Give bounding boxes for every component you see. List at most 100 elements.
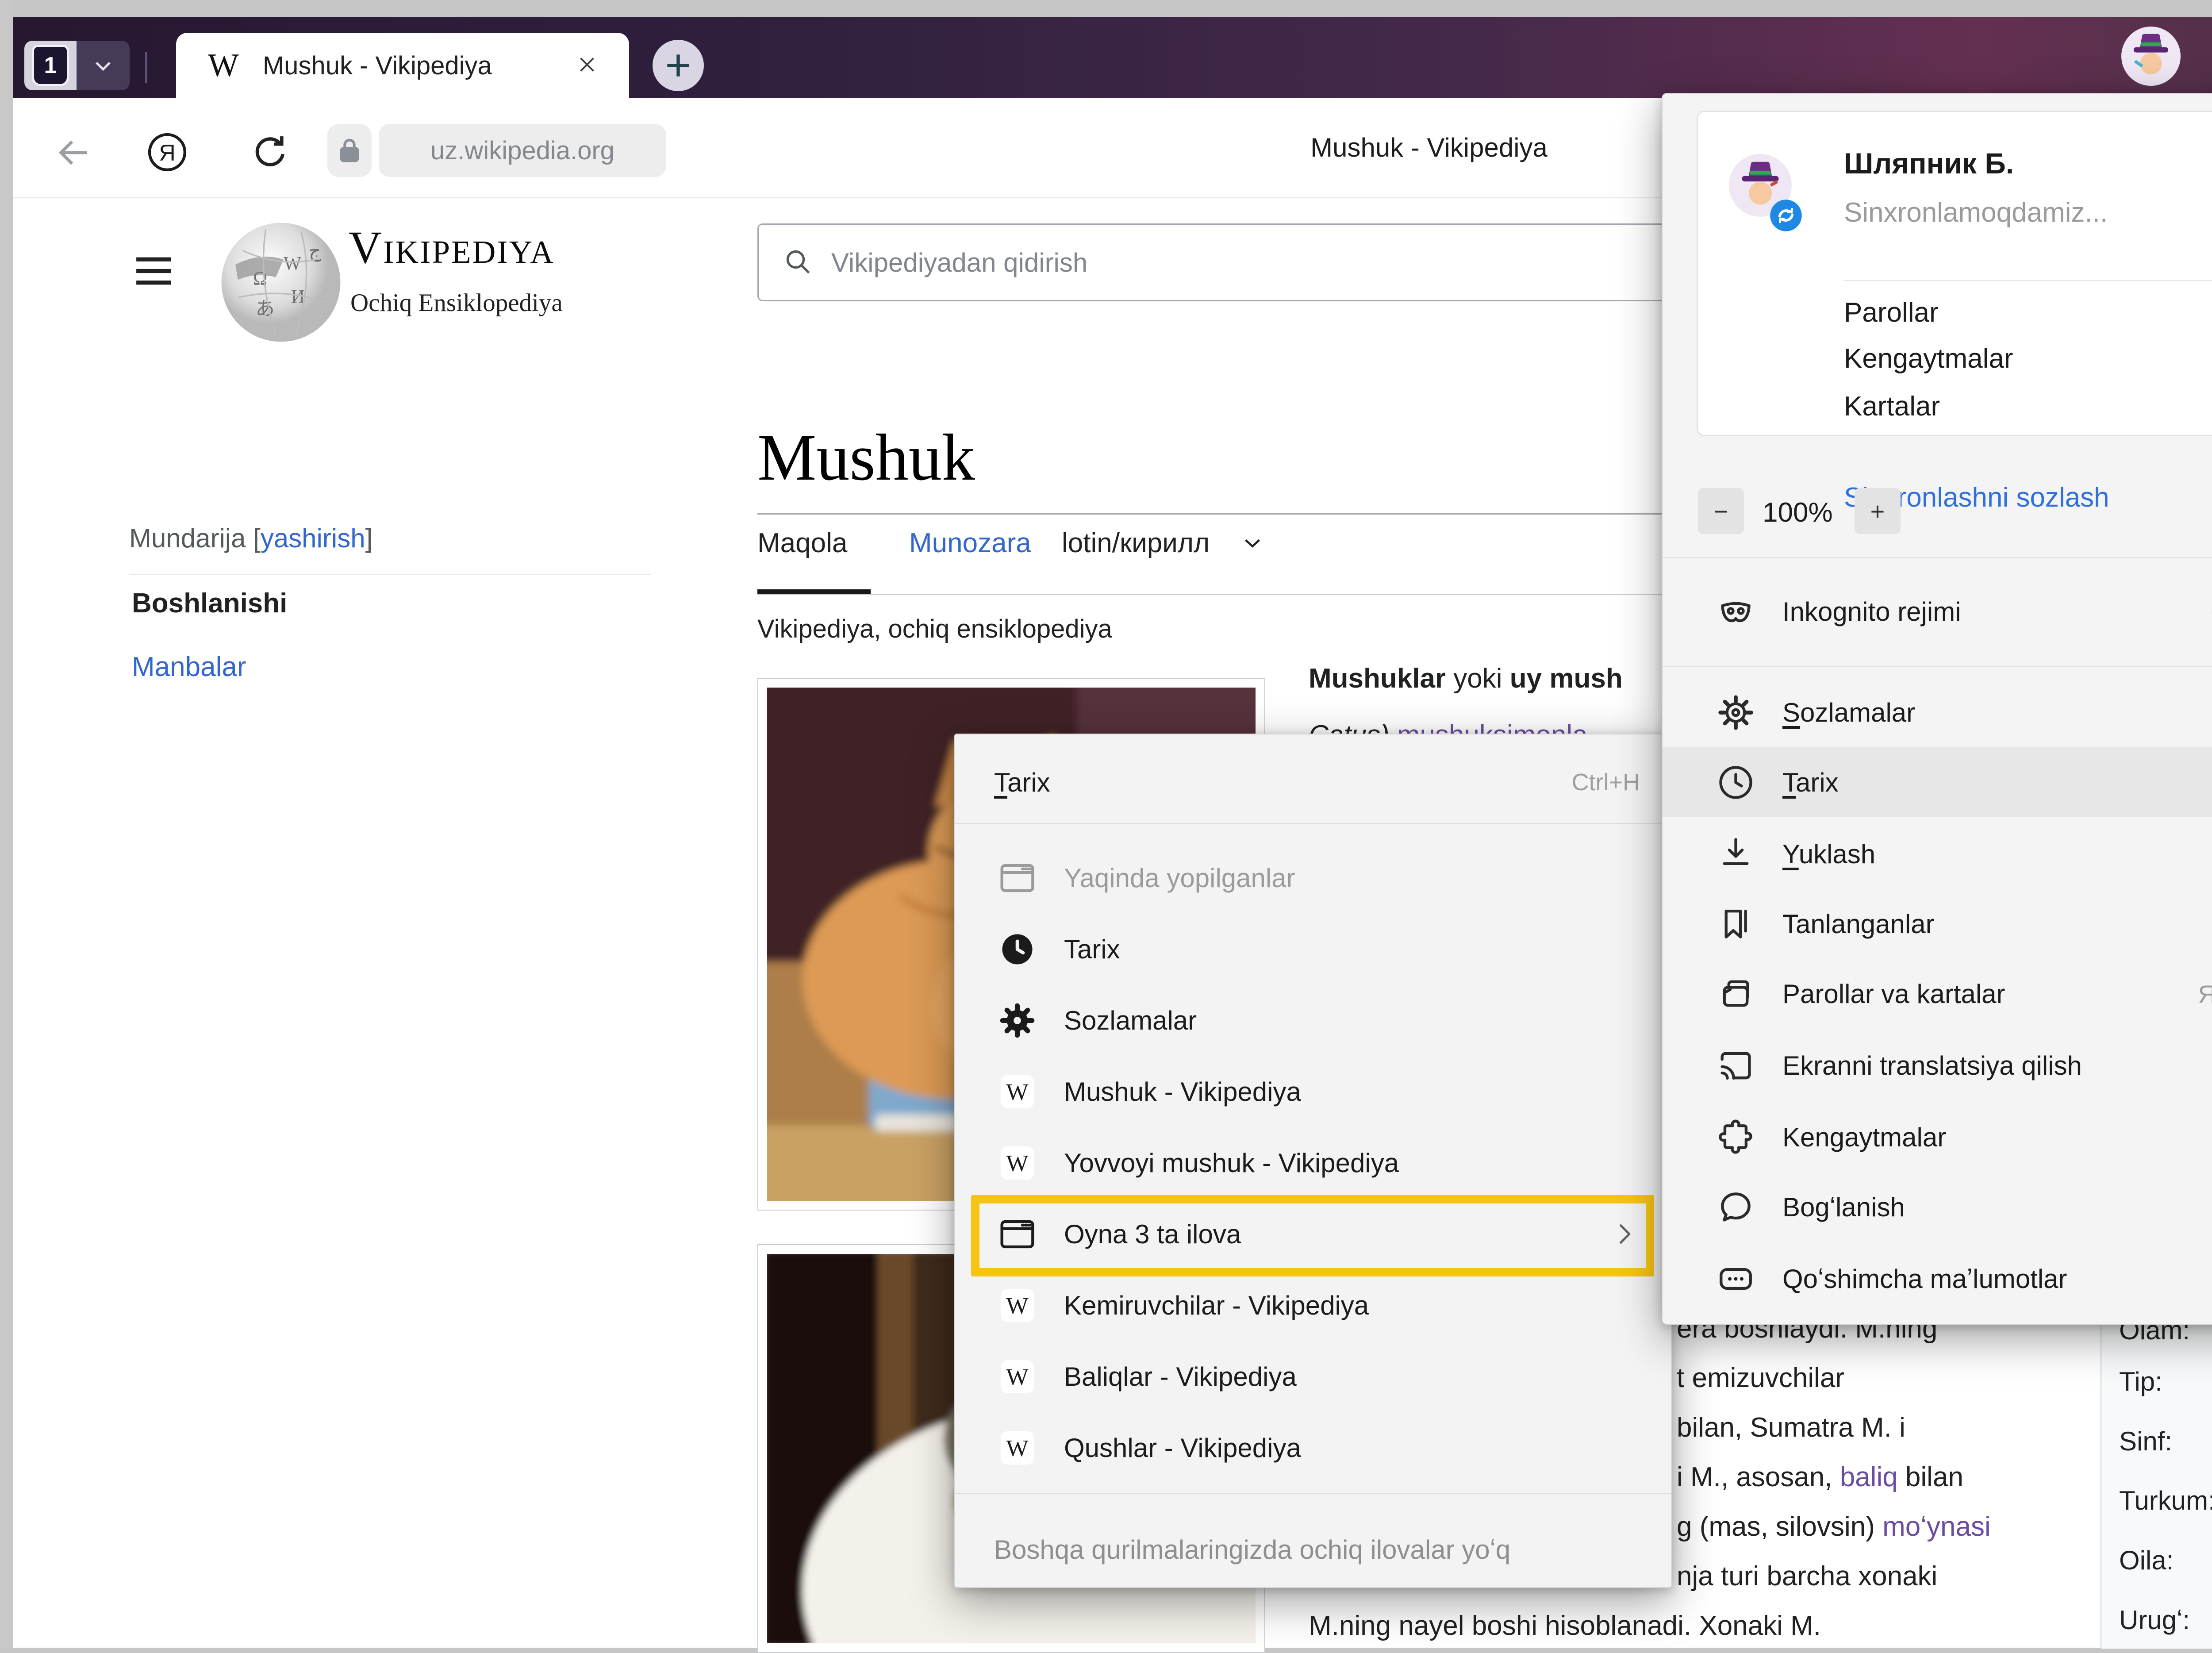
menu-item-label: Sozlamalar <box>1064 1005 1197 1036</box>
main-menu-item-ekranni-translatsiya-qilish[interactable]: Ekranni translatsiya qilish <box>1663 1030 2212 1100</box>
menu-item-label: Kemiruvchilar - Vikipediya <box>1064 1290 1369 1321</box>
history-header-shortcut: Ctrl+H <box>1571 769 1640 796</box>
menu-item-label: Baliqlar - Vikipediya <box>1064 1361 1297 1392</box>
new-tab-button[interactable] <box>653 40 704 91</box>
zoom-in-button[interactable]: + <box>1855 488 1901 534</box>
history-menu-item-mushuk-vikipediya[interactable]: WMushuk - Vikipediya <box>955 1056 1671 1127</box>
url-bar[interactable]: uz.wikipedia.org <box>379 124 666 177</box>
wiki-logo-tagline: Ochiq Ensiklopediya <box>350 288 563 317</box>
lock-icon[interactable] <box>327 124 372 177</box>
history-menu-item-yovvoyi-mushuk-vikipediya[interactable]: WYovvoyi mushuk - Vikipediya <box>955 1127 1671 1198</box>
main-menu-item-inkognito-rejimi[interactable]: Inkognito rejimiCtrl+Shift+N <box>1663 577 2212 646</box>
variant-selector[interactable]: lotin/кирилл <box>1062 527 1210 559</box>
tab-talk[interactable]: Munozara <box>909 527 1031 559</box>
history-menu-footer: Boshqa qurilmalaringizda ochiq ilovalar … <box>955 1514 1671 1585</box>
main-menu-item-yuklash[interactable]: YuklashCtrl+J <box>1663 819 2212 889</box>
back-icon[interactable] <box>49 128 97 177</box>
profile-link-kengaytmalar[interactable]: Kengaytmalar <box>1844 343 2013 374</box>
main-menu-item-bog-lanish[interactable]: Bogʻlanish <box>1663 1172 2212 1242</box>
minus-label: − <box>1714 497 1728 526</box>
tab-article[interactable]: Maqola <box>757 527 847 559</box>
profile-card: Шляпник Б. Sinxronlamoqdamiz... Parollar… <box>1697 111 2212 436</box>
toc-title: Mundarija <box>129 523 246 553</box>
yandex-button-icon[interactable]: Я <box>142 127 192 177</box>
tab-group-button[interactable]: 1 <box>24 41 130 90</box>
menu-item-label: Ekranni translatsiya qilish <box>1782 1050 2082 1081</box>
history-menu-item-qushlar-vikipediya[interactable]: WQushlar - Vikipediya <box>955 1412 1671 1483</box>
taxonomy-row-tip: Tip:Xordalilar <box>2119 1366 2212 1397</box>
history-menu-item-kemiruvchilar-vikipediya[interactable]: W Kemiruvchilar - Vikipediya <box>955 1270 1671 1341</box>
profile-name: Шляпник Б. <box>1844 146 2014 180</box>
screen-frame-left <box>0 0 13 1648</box>
main-menu-item-parollar-va-kartalar[interactable]: Parollar va kartalarЯндексID <box>1663 959 2212 1029</box>
svg-text:W: W <box>284 253 302 274</box>
zoom-out-button[interactable]: − <box>1698 488 1744 534</box>
main-menu-item-tanlanganlar[interactable]: Tanlanganlar <box>1663 889 2212 959</box>
menu-item-label: Tarix <box>1064 934 1120 965</box>
page-title: Mushuk <box>757 419 975 496</box>
wikipedia-icon: W <box>996 1284 1038 1326</box>
screenshot: 1 W Mushuk - Vikipediya Я uz.wikipedia.o… <box>0 0 2212 1648</box>
variant-chevron-down-icon[interactable] <box>1239 529 1266 559</box>
chat-icon <box>1715 1186 1757 1228</box>
profile-link-parollar[interactable]: Parollar <box>1844 297 1939 328</box>
toc-hide-bracket2: ] <box>365 523 373 553</box>
sync-badge-icon <box>1769 198 1803 233</box>
history-menu-header[interactable]: Tarix Ctrl+H <box>955 747 1671 818</box>
menu-item-label: Qoʻshimcha maʼlumotlar <box>1782 1264 2067 1294</box>
toc-hide-link[interactable]: yashirish <box>261 523 365 553</box>
screen-frame-top <box>0 0 2212 17</box>
menu-item-label: Tanlanganlar <box>1782 909 1935 939</box>
history-menu-item-tarix[interactable]: Tarix <box>955 914 1671 984</box>
wikipedia-favicon-icon: W <box>208 47 239 85</box>
history-submenu: Tarix Ctrl+H Yaqinda yopilganlar Tarix Soz… <box>954 734 1672 1588</box>
profile-avatar[interactable] <box>2121 27 2181 86</box>
svg-text:あ: あ <box>256 299 275 319</box>
svg-text:W: W <box>1006 1292 1029 1319</box>
menu-item-label: Qushlar - Vikipediya <box>1064 1433 1301 1463</box>
active-tab[interactable]: W Mushuk - Vikipediya <box>176 33 629 98</box>
wallet-icon <box>1715 973 1757 1015</box>
zoom-level: 100% <box>1763 497 1833 528</box>
main-menu-item-tarix[interactable]: Tarix <box>1663 747 2212 817</box>
window-icon <box>996 857 1038 899</box>
history-menu-item-yaqinda-yopilganlar[interactable]: Yaqinda yopilganlar <box>955 842 1671 913</box>
profile-link-kartalar[interactable]: Kartalar <box>1844 391 1940 422</box>
taxonomy-label: Oila: <box>2119 1545 2212 1576</box>
body-line-6: nja turi barcha xonaki <box>1677 1561 1937 1592</box>
article-link[interactable]: baliq <box>1840 1462 1898 1492</box>
wikipedia-icon: W <box>996 1356 1038 1398</box>
svg-text:W: W <box>1006 1149 1029 1176</box>
main-menu-item-qo-shimcha-ma-lumotlar[interactable]: Qoʻshimcha maʼlumotlar <box>1663 1244 2212 1314</box>
clock-filled-icon <box>996 928 1038 970</box>
wikipedia-icon: W <box>996 1142 1038 1184</box>
wikipedia-icon: W <box>996 1071 1038 1113</box>
article-link[interactable]: moʻynasi <box>1882 1511 1991 1542</box>
reload-icon[interactable] <box>246 127 295 177</box>
main-menu-item-sozlamalar[interactable]: Sozlamalar <box>1663 677 2212 747</box>
svg-text:Я: Я <box>159 140 176 166</box>
taxonomy-label: Turkum: <box>2119 1485 2212 1516</box>
menu-item-label: Yuklash <box>1782 839 1875 869</box>
toc-item-link[interactable]: Manbalar <box>132 651 246 683</box>
history-menu-item-baliqlar-vikipediya[interactable]: W Baliqlar - Vikipediya <box>955 1341 1671 1412</box>
toc-item-active[interactable]: Boshlanishi <box>132 588 287 619</box>
tab-group-chevron-down-icon[interactable] <box>77 41 130 90</box>
more-icon <box>1715 1258 1757 1300</box>
toc-hide-bracket: [ <box>253 523 261 553</box>
history-menu-item-sozlamalar[interactable]: Sozlamalar <box>955 985 1671 1056</box>
tab-close-icon[interactable] <box>574 52 600 80</box>
main-menu-item-kengaytmalar[interactable]: Kengaytmalar <box>1663 1102 2212 1172</box>
plus-label: + <box>1870 497 1885 526</box>
wiki-search-box[interactable]: Vikipediyadan qidirish <box>757 223 1671 301</box>
menu-item-label: Parollar va kartalar <box>1782 979 2005 1009</box>
toc-header: Mundarija [yashirish] <box>129 523 373 554</box>
chev-r-icon <box>1608 1218 1640 1250</box>
body-line-7: M.ning nayel boshi hisoblanadi. Xonaki M… <box>1309 1610 1821 1641</box>
wikipedia-globe-logo[interactable]: ΩWИあج <box>218 218 344 349</box>
wiki-logo-wordmark[interactable]: Vikipediya <box>349 221 555 274</box>
history-menu-item-oyna-3-ta-ilova[interactable]: Oyna 3 ta ilova <box>955 1199 1671 1269</box>
site-tagline: Vikipediya, ochiq ensiklopediya <box>757 614 1112 644</box>
wiki-hamburger-icon[interactable] <box>131 248 177 296</box>
no-remote-tabs-text: Boshqa qurilmalaringizda ochiq ilovalar … <box>994 1534 1510 1565</box>
